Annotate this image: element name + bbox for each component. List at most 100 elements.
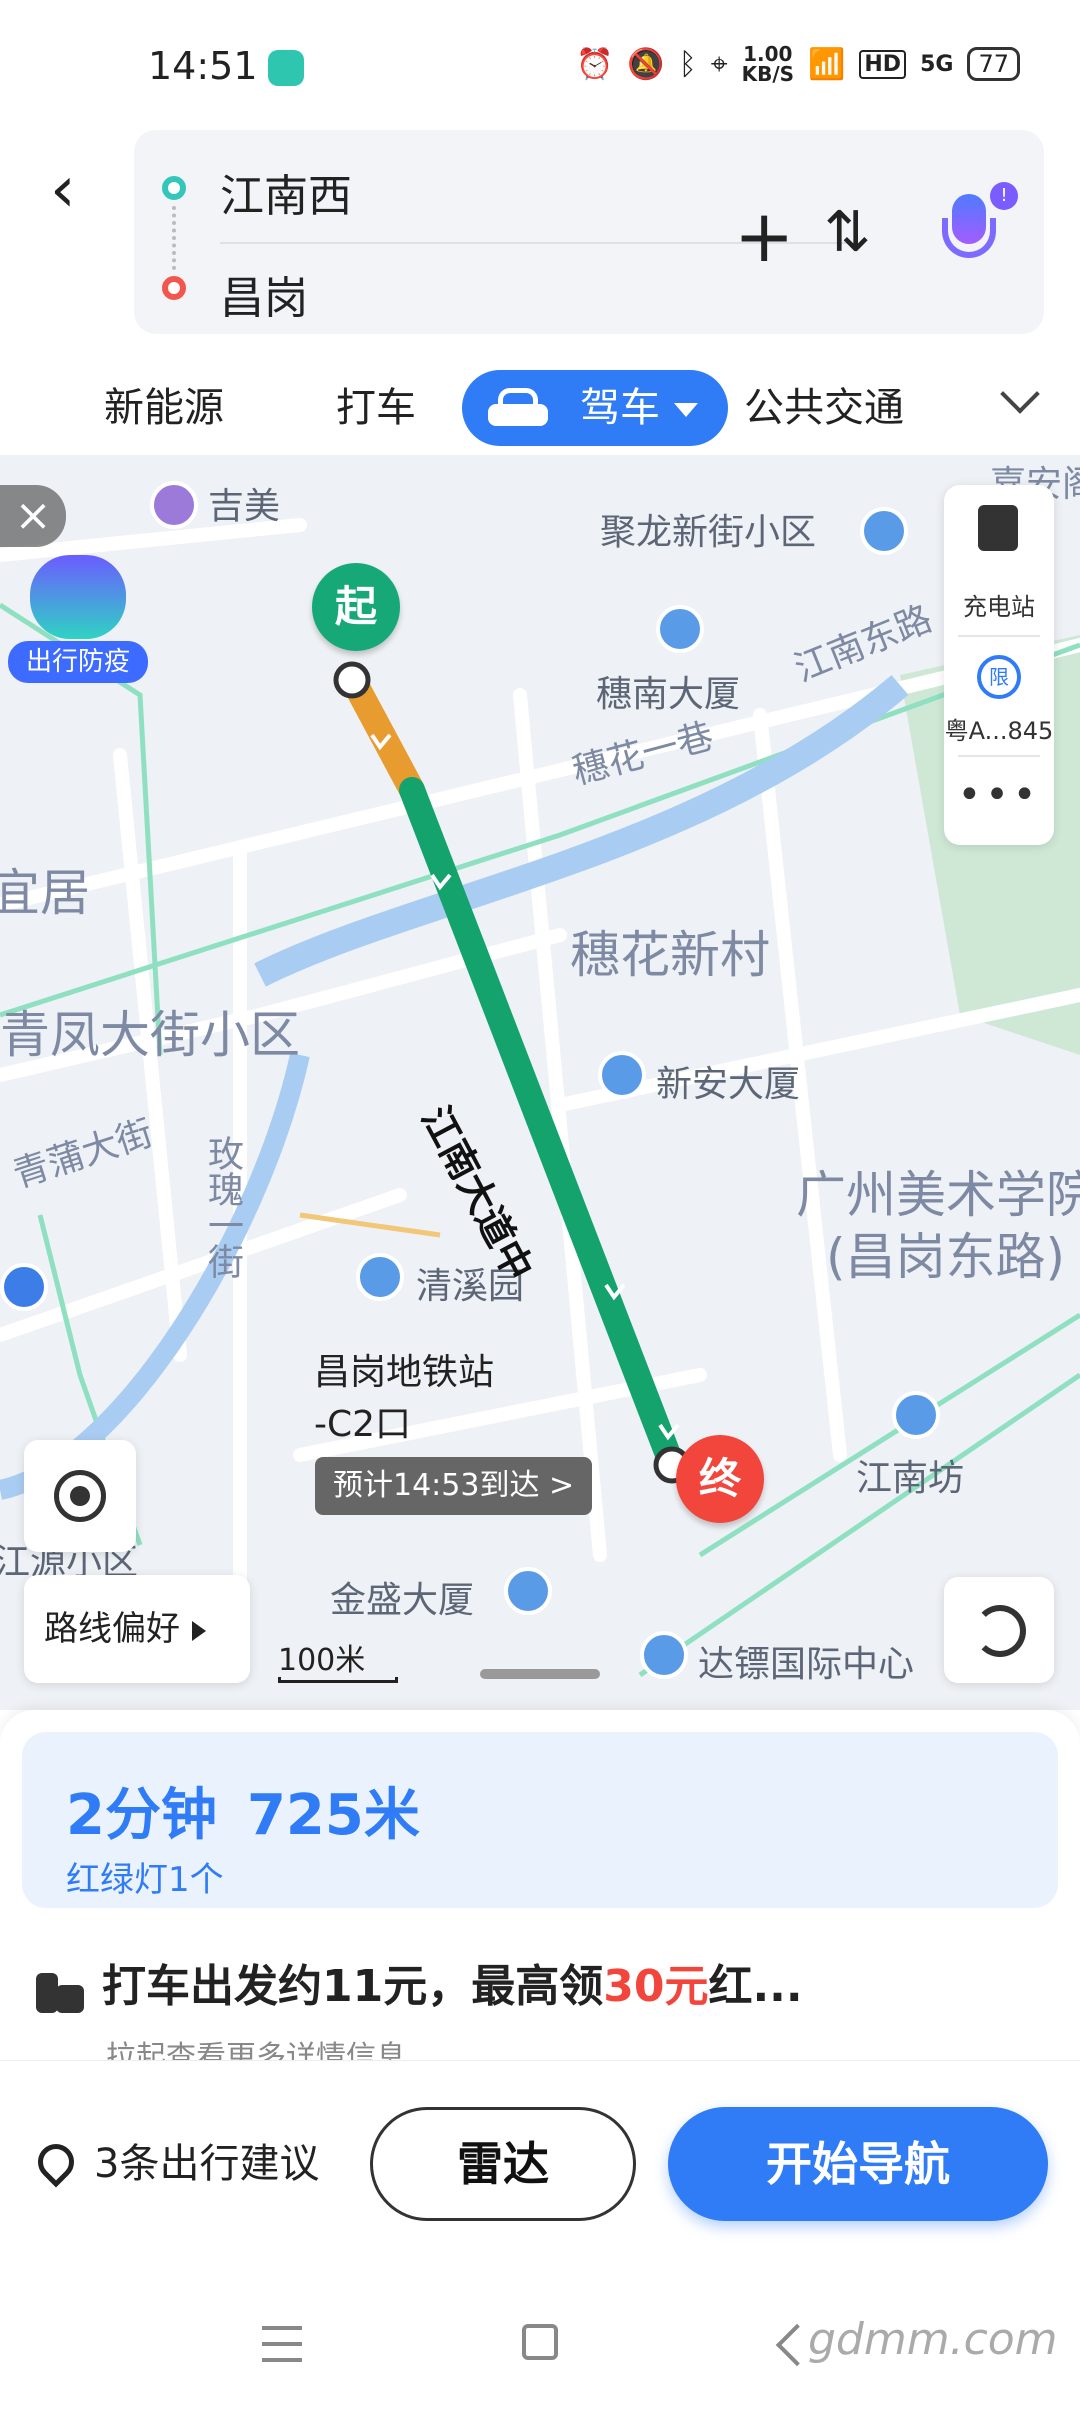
back-button[interactable]: ‹	[50, 150, 110, 230]
map-view[interactable]: × 出行防疫 吉美 聚龙新街小区 嘉安阁 穗南大厦 江南东路 穗花一巷 宜居 穗…	[0, 455, 1080, 1710]
route-input-card: 江南西 昌岗 + ⇅ !	[134, 130, 1044, 334]
area-label: (昌岗东路)	[826, 1228, 1066, 1286]
recent-apps-icon[interactable]	[262, 2326, 302, 2362]
destination-field[interactable]: 昌岗	[220, 262, 308, 326]
mute-icon: 🔕	[627, 46, 665, 82]
robot-mascot-icon	[30, 555, 126, 639]
route-summary: 2分钟 725米	[66, 1770, 450, 1851]
map-scale-bar	[278, 1677, 398, 1683]
building-poi-icon[interactable]	[860, 507, 908, 555]
end-marker[interactable]: 终	[676, 1435, 764, 1523]
voice-assistant-button[interactable]: !	[934, 182, 1018, 270]
route-preference-button[interactable]: 路线偏好	[24, 1575, 250, 1683]
destination-dot-icon	[162, 276, 186, 300]
area-label: 青凤大街小区	[0, 1006, 300, 1064]
poi-label[interactable]: 聚龙新街小区	[600, 503, 816, 555]
transport-mode-tabs: 新能源 打车 驾车 公共交通	[0, 350, 1080, 455]
refresh-route-button[interactable]	[944, 1577, 1054, 1683]
travel-suggestions-link[interactable]: 3条出行建议	[36, 2131, 319, 2189]
building-poi-icon[interactable]	[504, 1567, 552, 1615]
tab-public-transit-label: 公共交通	[744, 385, 904, 431]
tab-public-transit[interactable]: 公共交通	[744, 370, 904, 446]
route-option-card[interactable]: 2分钟 725米 红绿灯1个	[22, 1732, 1058, 1908]
poi-label[interactable]: 金盛大厦	[330, 1571, 474, 1623]
traffic-light-count: 红绿灯1个	[66, 1860, 224, 1900]
building-poi-icon[interactable]	[892, 1391, 940, 1439]
swap-route-button[interactable]: ⇅	[824, 200, 871, 265]
charging-station-icon[interactable]	[978, 505, 1018, 551]
notification-app-icon	[268, 50, 304, 86]
locate-me-button[interactable]	[24, 1440, 136, 1552]
road-label: 玫瑰一街	[202, 1135, 243, 1279]
location-icon: ⌖	[710, 46, 728, 82]
action-bar: 3条出行建议 雷达 开始导航	[0, 2060, 1080, 2280]
hd-badge: HD	[859, 49, 907, 79]
traffic-limit-icon[interactable]: 限	[977, 655, 1021, 699]
clock: 14:51	[148, 44, 258, 88]
building-poi-icon[interactable]	[598, 1051, 646, 1099]
tab-new-energy[interactable]: 新能源	[104, 370, 224, 446]
epidemic-label: 出行防疫	[8, 641, 148, 683]
area-label: 宜居	[0, 864, 90, 922]
refresh-icon	[974, 1605, 1026, 1657]
chevron-down-icon[interactable]	[1000, 380, 1040, 420]
tab-taxi[interactable]: 打车	[336, 370, 416, 446]
route-preference-label: 路线偏好	[44, 1609, 180, 1649]
dropdown-caret-icon	[674, 403, 698, 417]
route-distance: 725米	[246, 1783, 420, 1848]
signal-icon: 5G	[920, 51, 954, 77]
notification-badge: !	[990, 182, 1018, 210]
more-options-icon[interactable]: •••	[944, 775, 1054, 815]
taxi-promo[interactable]: 打车出发约11元，最高领30元红...	[36, 1950, 1036, 2014]
eta-bubble[interactable]: 预计14:53到达 >	[315, 1457, 593, 1515]
status-bar: 14:51 ⏰ 🔕 ᛒ ⌖ 1.00 KB/S 📶 HD 5G 77	[0, 0, 1080, 130]
building-poi-icon[interactable]	[640, 1631, 688, 1679]
location-pin-icon	[36, 2144, 72, 2188]
area-label: 穗花新村	[570, 926, 770, 984]
bluetooth-icon: ᛒ	[678, 46, 697, 82]
drag-handle[interactable]	[480, 1669, 600, 1679]
epidemic-entry[interactable]: 出行防疫	[8, 555, 148, 687]
route-duration: 2分钟	[66, 1783, 217, 1848]
alarm-icon: ⏰	[575, 46, 614, 82]
building-poi-icon[interactable]	[356, 1253, 404, 1301]
poi-label[interactable]: 达镖国际中心	[698, 1635, 914, 1687]
tab-drive-label: 驾车	[580, 385, 660, 431]
origin-field[interactable]: 江南西	[220, 160, 352, 224]
poi-label[interactable]: 新安大厦	[656, 1055, 800, 1107]
metro-exit-label[interactable]: -C2口	[314, 1395, 411, 1447]
charging-station-button[interactable]: 充电站	[944, 587, 1054, 622]
route-detail-sheet[interactable]: 2分钟 725米 红绿灯1个 打车出发约11元，最高领30元红... 拉起查看更多…	[0, 1710, 1080, 2060]
start-navigation-button[interactable]: 开始导航	[668, 2107, 1048, 2221]
promo-amount: 30元	[603, 1961, 709, 2012]
map-tools-panel: 充电站 限 粤A...845 •••	[944, 485, 1054, 845]
route-header: ‹ 江南西 昌岗 + ⇅ !	[0, 120, 1080, 350]
building-poi-icon[interactable]	[656, 605, 704, 653]
taxi-people-icon	[36, 1965, 84, 2013]
wifi-icon: 📶	[808, 46, 846, 82]
map-scale-label: 100米	[278, 1643, 366, 1678]
close-icon[interactable]: ×	[0, 485, 66, 547]
home-icon[interactable]	[522, 2324, 558, 2360]
battery-indicator: 77	[967, 47, 1020, 81]
pull-up-hint: 拉起查看更多详情信息	[106, 2040, 406, 2060]
metro-label[interactable]: 昌岗地铁站	[314, 1343, 494, 1395]
route-connector	[172, 206, 176, 270]
parking-icon[interactable]	[0, 1263, 48, 1311]
radar-button[interactable]: 雷达	[370, 2107, 636, 2221]
start-marker[interactable]: 起	[312, 563, 400, 651]
poi-label[interactable]: 吉美	[208, 477, 280, 529]
play-arrow-icon	[192, 1620, 206, 1641]
plate-limit-button[interactable]: 粤A...845	[944, 711, 1054, 746]
car-icon	[486, 384, 550, 432]
poi-label[interactable]: 穗南大厦	[596, 665, 740, 717]
status-icons: ⏰ 🔕 ᛒ ⌖ 1.00 KB/S 📶 HD 5G 77	[576, 44, 1020, 84]
tab-drive[interactable]: 驾车	[462, 370, 728, 446]
network-speed: 1.00 KB/S	[741, 42, 795, 86]
watermark: gdmm.com	[808, 2314, 1058, 2365]
system-navigation-bar: gdmm.com	[0, 2280, 1080, 2412]
shopping-poi-icon[interactable]	[150, 481, 198, 529]
add-waypoint-button[interactable]: +	[734, 200, 794, 272]
poi-label[interactable]: 江南坊	[856, 1449, 964, 1501]
origin-dot-icon	[162, 176, 186, 200]
